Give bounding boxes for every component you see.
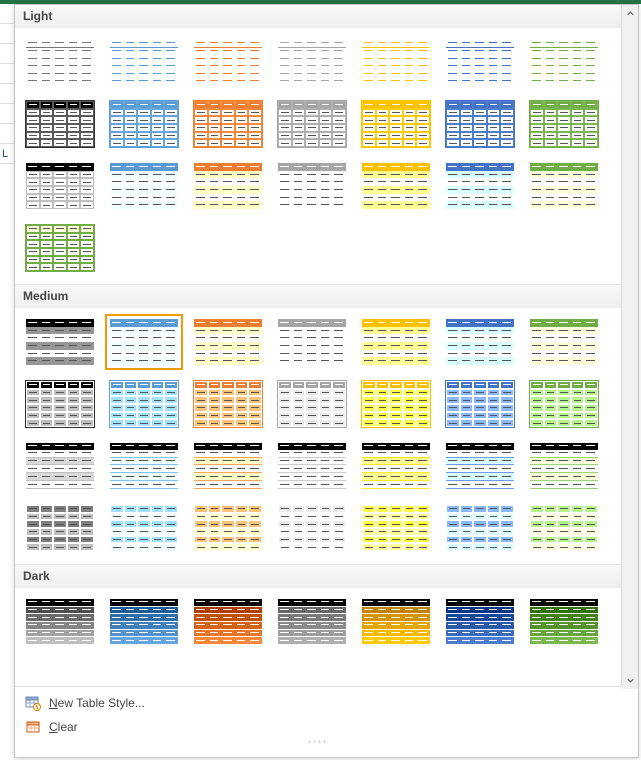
table-style-thumb[interactable] xyxy=(441,500,519,556)
table-style-thumb[interactable] xyxy=(21,376,99,432)
new-table-style-label: New Table Style... xyxy=(49,696,145,710)
new-table-style-menu-item[interactable]: New Table Style... xyxy=(15,691,622,715)
table-style-thumb[interactable] xyxy=(357,96,435,152)
table-style-thumb[interactable] xyxy=(441,438,519,494)
table-style-thumb[interactable] xyxy=(441,314,519,370)
table-style-thumb[interactable] xyxy=(525,594,603,650)
table-style-thumb[interactable] xyxy=(21,220,99,276)
table-style-thumb[interactable] xyxy=(525,438,603,494)
table-style-thumb[interactable] xyxy=(189,376,267,432)
table-style-thumb[interactable] xyxy=(441,34,519,90)
table-style-thumb[interactable] xyxy=(525,314,603,370)
table-style-thumb[interactable] xyxy=(21,314,99,370)
table-style-thumb[interactable] xyxy=(441,594,519,650)
vertical-scrollbar[interactable] xyxy=(621,5,638,689)
table-style-thumb[interactable] xyxy=(357,34,435,90)
gallery-scroll-area: Light Medium Dark xyxy=(15,5,638,689)
clear-menu-item[interactable]: Clear xyxy=(15,715,622,739)
table-style-thumb[interactable] xyxy=(105,96,183,152)
table-style-thumb[interactable] xyxy=(273,314,351,370)
table-style-thumb[interactable] xyxy=(21,438,99,494)
table-style-thumb[interactable] xyxy=(357,438,435,494)
scroll-down-button[interactable] xyxy=(622,672,638,689)
table-style-thumb[interactable] xyxy=(105,438,183,494)
table-style-thumb[interactable] xyxy=(273,158,351,214)
table-style-thumb[interactable] xyxy=(21,500,99,556)
clear-icon xyxy=(25,719,41,735)
new-table-style-icon xyxy=(25,695,41,711)
table-style-gallery: Light Medium Dark xyxy=(14,4,639,758)
section-header-medium: Medium xyxy=(15,284,638,308)
table-style-thumb[interactable] xyxy=(189,314,267,370)
worksheet-edge: L xyxy=(0,4,14,760)
style-grid-medium xyxy=(15,308,619,564)
table-style-thumb[interactable] xyxy=(105,594,183,650)
table-style-thumb[interactable] xyxy=(357,314,435,370)
section-header-light: Light xyxy=(15,5,638,28)
gallery-menu: New Table Style... Clear •••• xyxy=(15,686,622,757)
table-style-thumb[interactable] xyxy=(273,34,351,90)
table-style-thumb[interactable] xyxy=(273,438,351,494)
style-grid-dark xyxy=(15,588,619,658)
table-style-thumb[interactable] xyxy=(105,158,183,214)
table-style-thumb[interactable] xyxy=(21,96,99,152)
table-style-thumb[interactable] xyxy=(21,158,99,214)
table-style-thumb[interactable] xyxy=(21,34,99,90)
table-style-thumb[interactable] xyxy=(189,34,267,90)
table-style-thumb[interactable] xyxy=(441,158,519,214)
table-style-thumb[interactable] xyxy=(525,158,603,214)
clear-label: Clear xyxy=(49,720,78,734)
table-style-thumb[interactable] xyxy=(189,500,267,556)
table-style-thumb[interactable] xyxy=(105,314,183,370)
resize-grip[interactable]: •••• xyxy=(15,739,622,747)
scroll-up-button[interactable] xyxy=(622,5,638,22)
table-style-thumb[interactable] xyxy=(105,376,183,432)
table-style-thumb[interactable] xyxy=(21,594,99,650)
table-style-thumb[interactable] xyxy=(441,96,519,152)
section-header-dark: Dark xyxy=(15,564,638,588)
style-grid-light xyxy=(15,28,619,284)
table-style-thumb[interactable] xyxy=(525,34,603,90)
table-style-thumb[interactable] xyxy=(357,594,435,650)
table-style-thumb[interactable] xyxy=(525,96,603,152)
table-style-thumb[interactable] xyxy=(525,500,603,556)
table-style-thumb[interactable] xyxy=(105,34,183,90)
table-style-thumb[interactable] xyxy=(357,158,435,214)
table-style-thumb[interactable] xyxy=(273,594,351,650)
table-style-thumb[interactable] xyxy=(357,376,435,432)
table-style-thumb[interactable] xyxy=(273,96,351,152)
table-style-thumb[interactable] xyxy=(441,376,519,432)
table-style-thumb[interactable] xyxy=(357,500,435,556)
table-style-thumb[interactable] xyxy=(273,500,351,556)
table-style-thumb[interactable] xyxy=(189,96,267,152)
table-style-thumb[interactable] xyxy=(525,376,603,432)
table-style-thumb[interactable] xyxy=(105,500,183,556)
table-style-thumb[interactable] xyxy=(189,158,267,214)
table-style-thumb[interactable] xyxy=(189,594,267,650)
table-style-thumb[interactable] xyxy=(189,438,267,494)
table-style-thumb[interactable] xyxy=(273,376,351,432)
